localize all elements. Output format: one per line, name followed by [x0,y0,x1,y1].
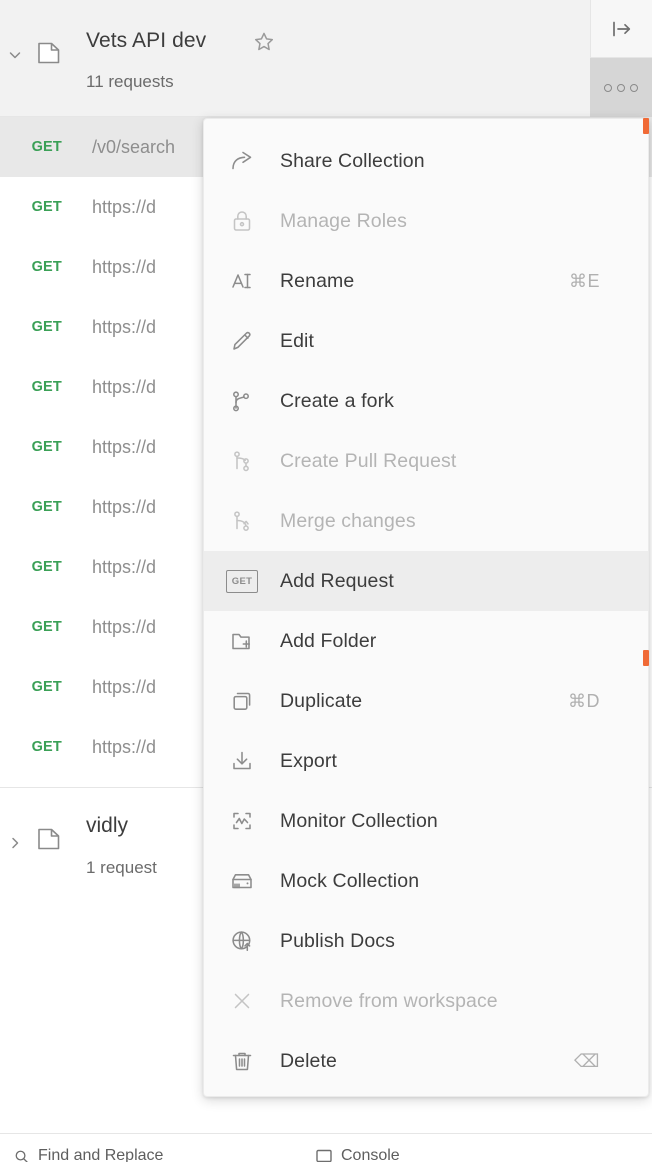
mock-server-icon [204,868,280,894]
request-method-label: GET [31,499,62,515]
request-name-label: https://d [92,376,157,397]
status-bar: Find and Replace Console [0,1134,652,1162]
menu-item-label: Export [280,749,337,772]
collection-icon [36,826,62,852]
menu-item-remove-from-workspace: Remove from workspace [204,971,648,1031]
collapse-sidebar-icon[interactable] [590,0,652,58]
menu-item-duplicate[interactable]: Duplicate ⌘D [204,671,648,731]
request-name-label: https://d [92,256,157,277]
scroll-marker [643,650,649,666]
postman-sidebar-screen: Vets API dev 11 requests GET/v0/search GE… [0,0,652,1162]
menu-item-label: Manage Roles [280,209,407,232]
menu-item-label: Add Request [280,569,394,592]
menu-item-edit[interactable]: Edit [204,311,648,371]
search-icon [14,1149,29,1162]
request-method-label: GET [31,379,62,395]
collection-name: vidly [86,814,129,837]
console-label: Console [341,1147,400,1162]
menu-item-create-pull-request: Create Pull Request [204,431,648,491]
collection-name: Vets API dev [86,29,207,52]
close-x-icon [204,988,280,1014]
menu-item-share-collection[interactable]: Share Collection [204,131,648,191]
menu-item-add-request[interactable]: GET Add Request [204,551,648,611]
request-method-label: GET [31,739,62,755]
request-name-label: /v0/search [92,136,176,157]
request-method-label: GET [31,439,62,455]
request-method-label: GET [31,559,62,575]
find-and-replace-label: Find and Replace [38,1147,164,1162]
menu-item-add-folder[interactable]: Add Folder [204,611,648,671]
request-method-label: GET [31,199,62,215]
share-icon [204,148,280,174]
pull-request-icon [204,448,280,474]
request-method-label: GET [31,679,62,695]
fork-icon [204,388,280,414]
collection-request-count: 1 request [86,858,157,877]
menu-item-manage-roles: Manage Roles [204,191,648,251]
menu-item-label: Monitor Collection [280,809,438,832]
request-name-label: https://d [92,616,157,637]
menu-item-label: Duplicate [280,689,363,712]
menu-item-label: Mock Collection [280,869,420,892]
request-method-label: GET [31,319,62,335]
download-icon [204,748,280,774]
menu-item-mock-collection[interactable]: Mock Collection [204,851,648,911]
find-and-replace-button[interactable]: Find and Replace [14,1147,163,1162]
get-method-badge: GET [226,569,258,593]
collection-header-row[interactable]: Vets API dev 11 requests [0,0,652,117]
pencil-icon [204,328,280,354]
monitor-icon [204,808,280,834]
menu-item-monitor-collection[interactable]: Monitor Collection [204,791,648,851]
menu-item-rename[interactable]: Rename ⌘E [204,251,648,311]
globe-upload-icon [204,928,280,954]
ellipsis-icon[interactable] [590,58,652,117]
console-button[interactable]: Console [316,1147,400,1162]
menu-item-label: Create Pull Request [280,449,457,472]
trash-icon [204,1048,280,1074]
add-folder-icon [204,628,280,654]
menu-item-label: Add Folder [280,629,377,652]
request-name-label: https://d [92,556,157,577]
menu-item-export[interactable]: Export [204,731,648,791]
menu-item-label: Edit [280,329,315,352]
request-method-label: GET [31,139,62,155]
menu-item-publish-docs[interactable]: Publish Docs [204,911,648,971]
collection-context-menu[interactable]: Share Collection Manage Roles Rename ⌘E Edit… [203,118,649,1097]
menu-item-label: Delete [280,1049,337,1072]
request-name-label: https://d [92,196,157,217]
menu-item-label: Create a fork [280,389,395,412]
menu-item-label: Remove from workspace [280,989,498,1012]
menu-item-label: Share Collection [280,149,425,172]
collection-request-count: 11 requests [86,72,174,91]
terminal-icon [316,1149,332,1162]
rename-text-icon [204,268,280,294]
menu-item-label: Merge changes [280,509,416,532]
scroll-marker [643,118,649,134]
request-name-label: https://d [92,316,157,337]
menu-item-shortcut: ⌘D [568,690,600,711]
request-name-label: https://d [92,436,157,457]
request-name-label: https://d [92,496,157,517]
request-method-label: GET [31,619,62,635]
menu-item-delete[interactable]: Delete ⌫ [204,1031,648,1091]
merge-icon [204,508,280,534]
menu-item-shortcut: ⌘E [568,270,600,291]
collection-icon [36,40,62,66]
lock-icon [204,208,280,234]
chevron-right-icon[interactable] [4,832,26,854]
menu-item-label: Rename [280,269,355,292]
request-method-label: GET [31,259,62,275]
duplicate-icon [204,688,280,714]
menu-item-merge-changes: Merge changes [204,491,648,551]
get-badge-icon: GET [204,569,280,593]
chevron-down-icon[interactable] [4,44,26,66]
menu-item-create-a-fork[interactable]: Create a fork [204,371,648,431]
star-icon[interactable] [252,30,276,54]
request-name-label: https://d [92,736,157,757]
request-name-label: https://d [92,676,157,697]
menu-item-label: Publish Docs [280,929,396,952]
menu-item-shortcut: ⌫ [574,1050,600,1071]
